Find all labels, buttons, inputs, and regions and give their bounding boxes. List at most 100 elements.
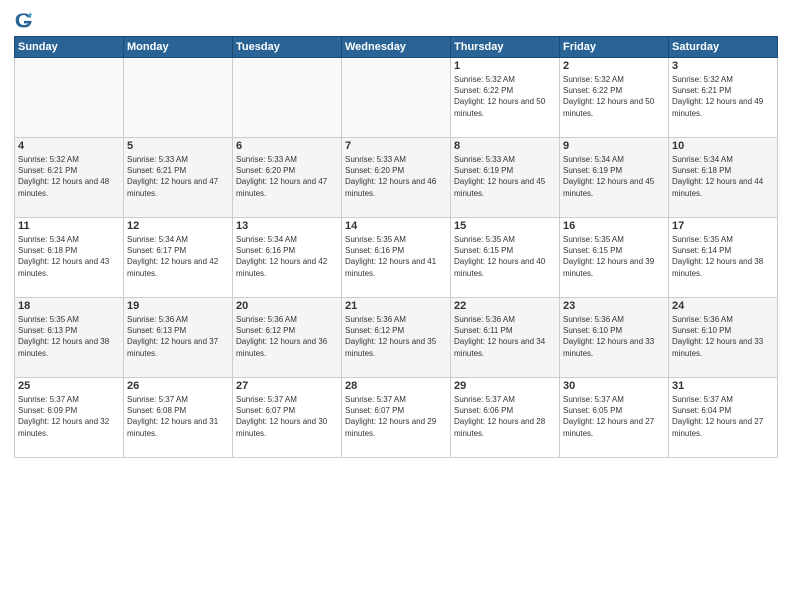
day-number: 1	[454, 60, 556, 72]
calendar-cell: 16Sunrise: 5:35 AMSunset: 6:15 PMDayligh…	[560, 218, 669, 298]
cell-content: Sunrise: 5:34 AMSunset: 6:18 PMDaylight:…	[672, 154, 774, 199]
cell-content: Sunrise: 5:34 AMSunset: 6:19 PMDaylight:…	[563, 154, 665, 199]
weekday-header-row: SundayMondayTuesdayWednesdayThursdayFrid…	[15, 37, 778, 58]
weekday-header-saturday: Saturday	[669, 37, 778, 58]
cell-content: Sunrise: 5:36 AMSunset: 6:10 PMDaylight:…	[563, 314, 665, 359]
calendar-cell: 17 Sunrise: 5:35 AMSunset: 6:14 PMDayligh…	[669, 218, 778, 298]
cell-content: Sunrise: 5:35 AMSunset: 6:16 PMDaylight:…	[345, 234, 447, 279]
weekday-header-friday: Friday	[560, 37, 669, 58]
calendar-cell: 14 Sunrise: 5:35 AMSunset: 6:16 PMDayligh…	[342, 218, 451, 298]
cell-content: Sunrise: 5:36 AMSunset: 6:13 PMDaylight:…	[127, 314, 229, 359]
weekday-header-tuesday: Tuesday	[233, 37, 342, 58]
day-number: 28	[345, 380, 447, 392]
cell-content: Sunrise: 5:35 AMSunset: 6:15 PMDaylight:…	[454, 234, 556, 279]
day-number: 2	[563, 60, 665, 72]
day-number: 12	[127, 220, 229, 232]
calendar-cell: 2 Sunrise: 5:32 AMSunset: 6:22 PMDaylight…	[560, 58, 669, 138]
weekday-header-sunday: Sunday	[15, 37, 124, 58]
cell-content: Sunrise: 5:36 AMSunset: 6:11 PMDaylight:…	[454, 314, 556, 359]
cell-content: Sunrise: 5:33 AMSunset: 6:21 PMDaylight:…	[127, 154, 229, 199]
cell-content: Sunrise: 5:32 AMSunset: 6:22 PMDaylight:…	[563, 74, 665, 119]
day-number: 25	[18, 380, 120, 392]
calendar-cell	[15, 58, 124, 138]
cell-content: Sunrise: 5:35 AMSunset: 6:14 PMDaylight:…	[672, 234, 774, 279]
day-number: 23	[563, 300, 665, 312]
day-number: 17	[672, 220, 774, 232]
calendar-table: SundayMondayTuesdayWednesdayThursdayFrid…	[14, 36, 778, 458]
cell-content: Sunrise: 5:37 AMSunset: 6:07 PMDaylight:…	[236, 394, 338, 439]
cell-content: Sunrise: 5:36 AMSunset: 6:10 PMDaylight:…	[672, 314, 774, 359]
day-number: 13	[236, 220, 338, 232]
cell-content: Sunrise: 5:32 AMSunset: 6:22 PMDaylight:…	[454, 74, 556, 119]
weekday-header-monday: Monday	[124, 37, 233, 58]
calendar-cell: 7Sunrise: 5:33 AMSunset: 6:20 PMDaylight…	[342, 138, 451, 218]
calendar-cell: 12Sunrise: 5:34 AMSunset: 6:17 PMDayligh…	[124, 218, 233, 298]
day-number: 20	[236, 300, 338, 312]
calendar-cell: 4 Sunrise: 5:32 AMSunset: 6:21 PMDaylight…	[15, 138, 124, 218]
day-number: 30	[563, 380, 665, 392]
day-number: 19	[127, 300, 229, 312]
day-number: 16	[563, 220, 665, 232]
calendar-cell: 13Sunrise: 5:34 AMSunset: 6:16 PMDayligh…	[233, 218, 342, 298]
day-number: 31	[672, 380, 774, 392]
cell-content: Sunrise: 5:37 AMSunset: 6:04 PMDaylight:…	[672, 394, 774, 439]
calendar-cell: 1 Sunrise: 5:32 AMSunset: 6:22 PMDaylight…	[451, 58, 560, 138]
page: SundayMondayTuesdayWednesdayThursdayFrid…	[0, 0, 792, 612]
calendar-cell: 5 Sunrise: 5:33 AMSunset: 6:21 PMDaylight…	[124, 138, 233, 218]
calendar-cell: 20 Sunrise: 5:36 AMSunset: 6:12 PMDayligh…	[233, 298, 342, 378]
calendar-cell: 28 Sunrise: 5:37 AMSunset: 6:07 PMDayligh…	[342, 378, 451, 458]
day-number: 21	[345, 300, 447, 312]
weekday-header-wednesday: Wednesday	[342, 37, 451, 58]
calendar-cell: 9 Sunrise: 5:34 AMSunset: 6:19 PMDaylight…	[560, 138, 669, 218]
calendar-row-2: 11 Sunrise: 5:34 AMSunset: 6:18 PMDayligh…	[15, 218, 778, 298]
calendar-cell: 29Sunrise: 5:37 AMSunset: 6:06 PMDayligh…	[451, 378, 560, 458]
cell-content: Sunrise: 5:36 AMSunset: 6:12 PMDaylight:…	[236, 314, 338, 359]
calendar-cell: 18 Sunrise: 5:35 AMSunset: 6:13 PMDayligh…	[15, 298, 124, 378]
cell-content: Sunrise: 5:37 AMSunset: 6:08 PMDaylight:…	[127, 394, 229, 439]
calendar-row-3: 18 Sunrise: 5:35 AMSunset: 6:13 PMDayligh…	[15, 298, 778, 378]
cell-content: Sunrise: 5:32 AMSunset: 6:21 PMDaylight:…	[672, 74, 774, 119]
cell-content: Sunrise: 5:37 AMSunset: 6:09 PMDaylight:…	[18, 394, 120, 439]
calendar-cell: 23 Sunrise: 5:36 AMSunset: 6:10 PMDayligh…	[560, 298, 669, 378]
calendar-cell: 3 Sunrise: 5:32 AMSunset: 6:21 PMDaylight…	[669, 58, 778, 138]
calendar-cell: 11 Sunrise: 5:34 AMSunset: 6:18 PMDayligh…	[15, 218, 124, 298]
calendar-cell	[124, 58, 233, 138]
calendar-cell: 10 Sunrise: 5:34 AMSunset: 6:18 PMDayligh…	[669, 138, 778, 218]
calendar-cell: 21Sunrise: 5:36 AMSunset: 6:12 PMDayligh…	[342, 298, 451, 378]
day-number: 24	[672, 300, 774, 312]
logo-icon	[14, 10, 34, 30]
calendar-row-1: 4 Sunrise: 5:32 AMSunset: 6:21 PMDaylight…	[15, 138, 778, 218]
calendar-cell: 22 Sunrise: 5:36 AMSunset: 6:11 PMDayligh…	[451, 298, 560, 378]
day-number: 7	[345, 140, 447, 152]
day-number: 18	[18, 300, 120, 312]
cell-content: Sunrise: 5:33 AMSunset: 6:20 PMDaylight:…	[236, 154, 338, 199]
calendar-cell: 15Sunrise: 5:35 AMSunset: 6:15 PMDayligh…	[451, 218, 560, 298]
cell-content: Sunrise: 5:37 AMSunset: 6:07 PMDaylight:…	[345, 394, 447, 439]
day-number: 14	[345, 220, 447, 232]
logo	[14, 10, 38, 30]
cell-content: Sunrise: 5:35 AMSunset: 6:13 PMDaylight:…	[18, 314, 120, 359]
calendar-cell: 30Sunrise: 5:37 AMSunset: 6:05 PMDayligh…	[560, 378, 669, 458]
cell-content: Sunrise: 5:32 AMSunset: 6:21 PMDaylight:…	[18, 154, 120, 199]
calendar-cell: 26 Sunrise: 5:37 AMSunset: 6:08 PMDayligh…	[124, 378, 233, 458]
calendar-row-0: 1 Sunrise: 5:32 AMSunset: 6:22 PMDaylight…	[15, 58, 778, 138]
calendar-cell	[233, 58, 342, 138]
day-number: 4	[18, 140, 120, 152]
day-number: 10	[672, 140, 774, 152]
calendar-cell: 6 Sunrise: 5:33 AMSunset: 6:20 PMDaylight…	[233, 138, 342, 218]
calendar-cell: 31 Sunrise: 5:37 AMSunset: 6:04 PMDayligh…	[669, 378, 778, 458]
day-number: 9	[563, 140, 665, 152]
day-number: 5	[127, 140, 229, 152]
calendar-cell	[342, 58, 451, 138]
day-number: 11	[18, 220, 120, 232]
cell-content: Sunrise: 5:34 AMSunset: 6:18 PMDaylight:…	[18, 234, 120, 279]
day-number: 26	[127, 380, 229, 392]
day-number: 6	[236, 140, 338, 152]
day-number: 22	[454, 300, 556, 312]
cell-content: Sunrise: 5:33 AMSunset: 6:19 PMDaylight:…	[454, 154, 556, 199]
calendar-cell: 8Sunrise: 5:33 AMSunset: 6:19 PMDaylight…	[451, 138, 560, 218]
calendar-row-4: 25 Sunrise: 5:37 AMSunset: 6:09 PMDayligh…	[15, 378, 778, 458]
calendar-cell: 25 Sunrise: 5:37 AMSunset: 6:09 PMDayligh…	[15, 378, 124, 458]
cell-content: Sunrise: 5:37 AMSunset: 6:06 PMDaylight:…	[454, 394, 556, 439]
day-number: 3	[672, 60, 774, 72]
